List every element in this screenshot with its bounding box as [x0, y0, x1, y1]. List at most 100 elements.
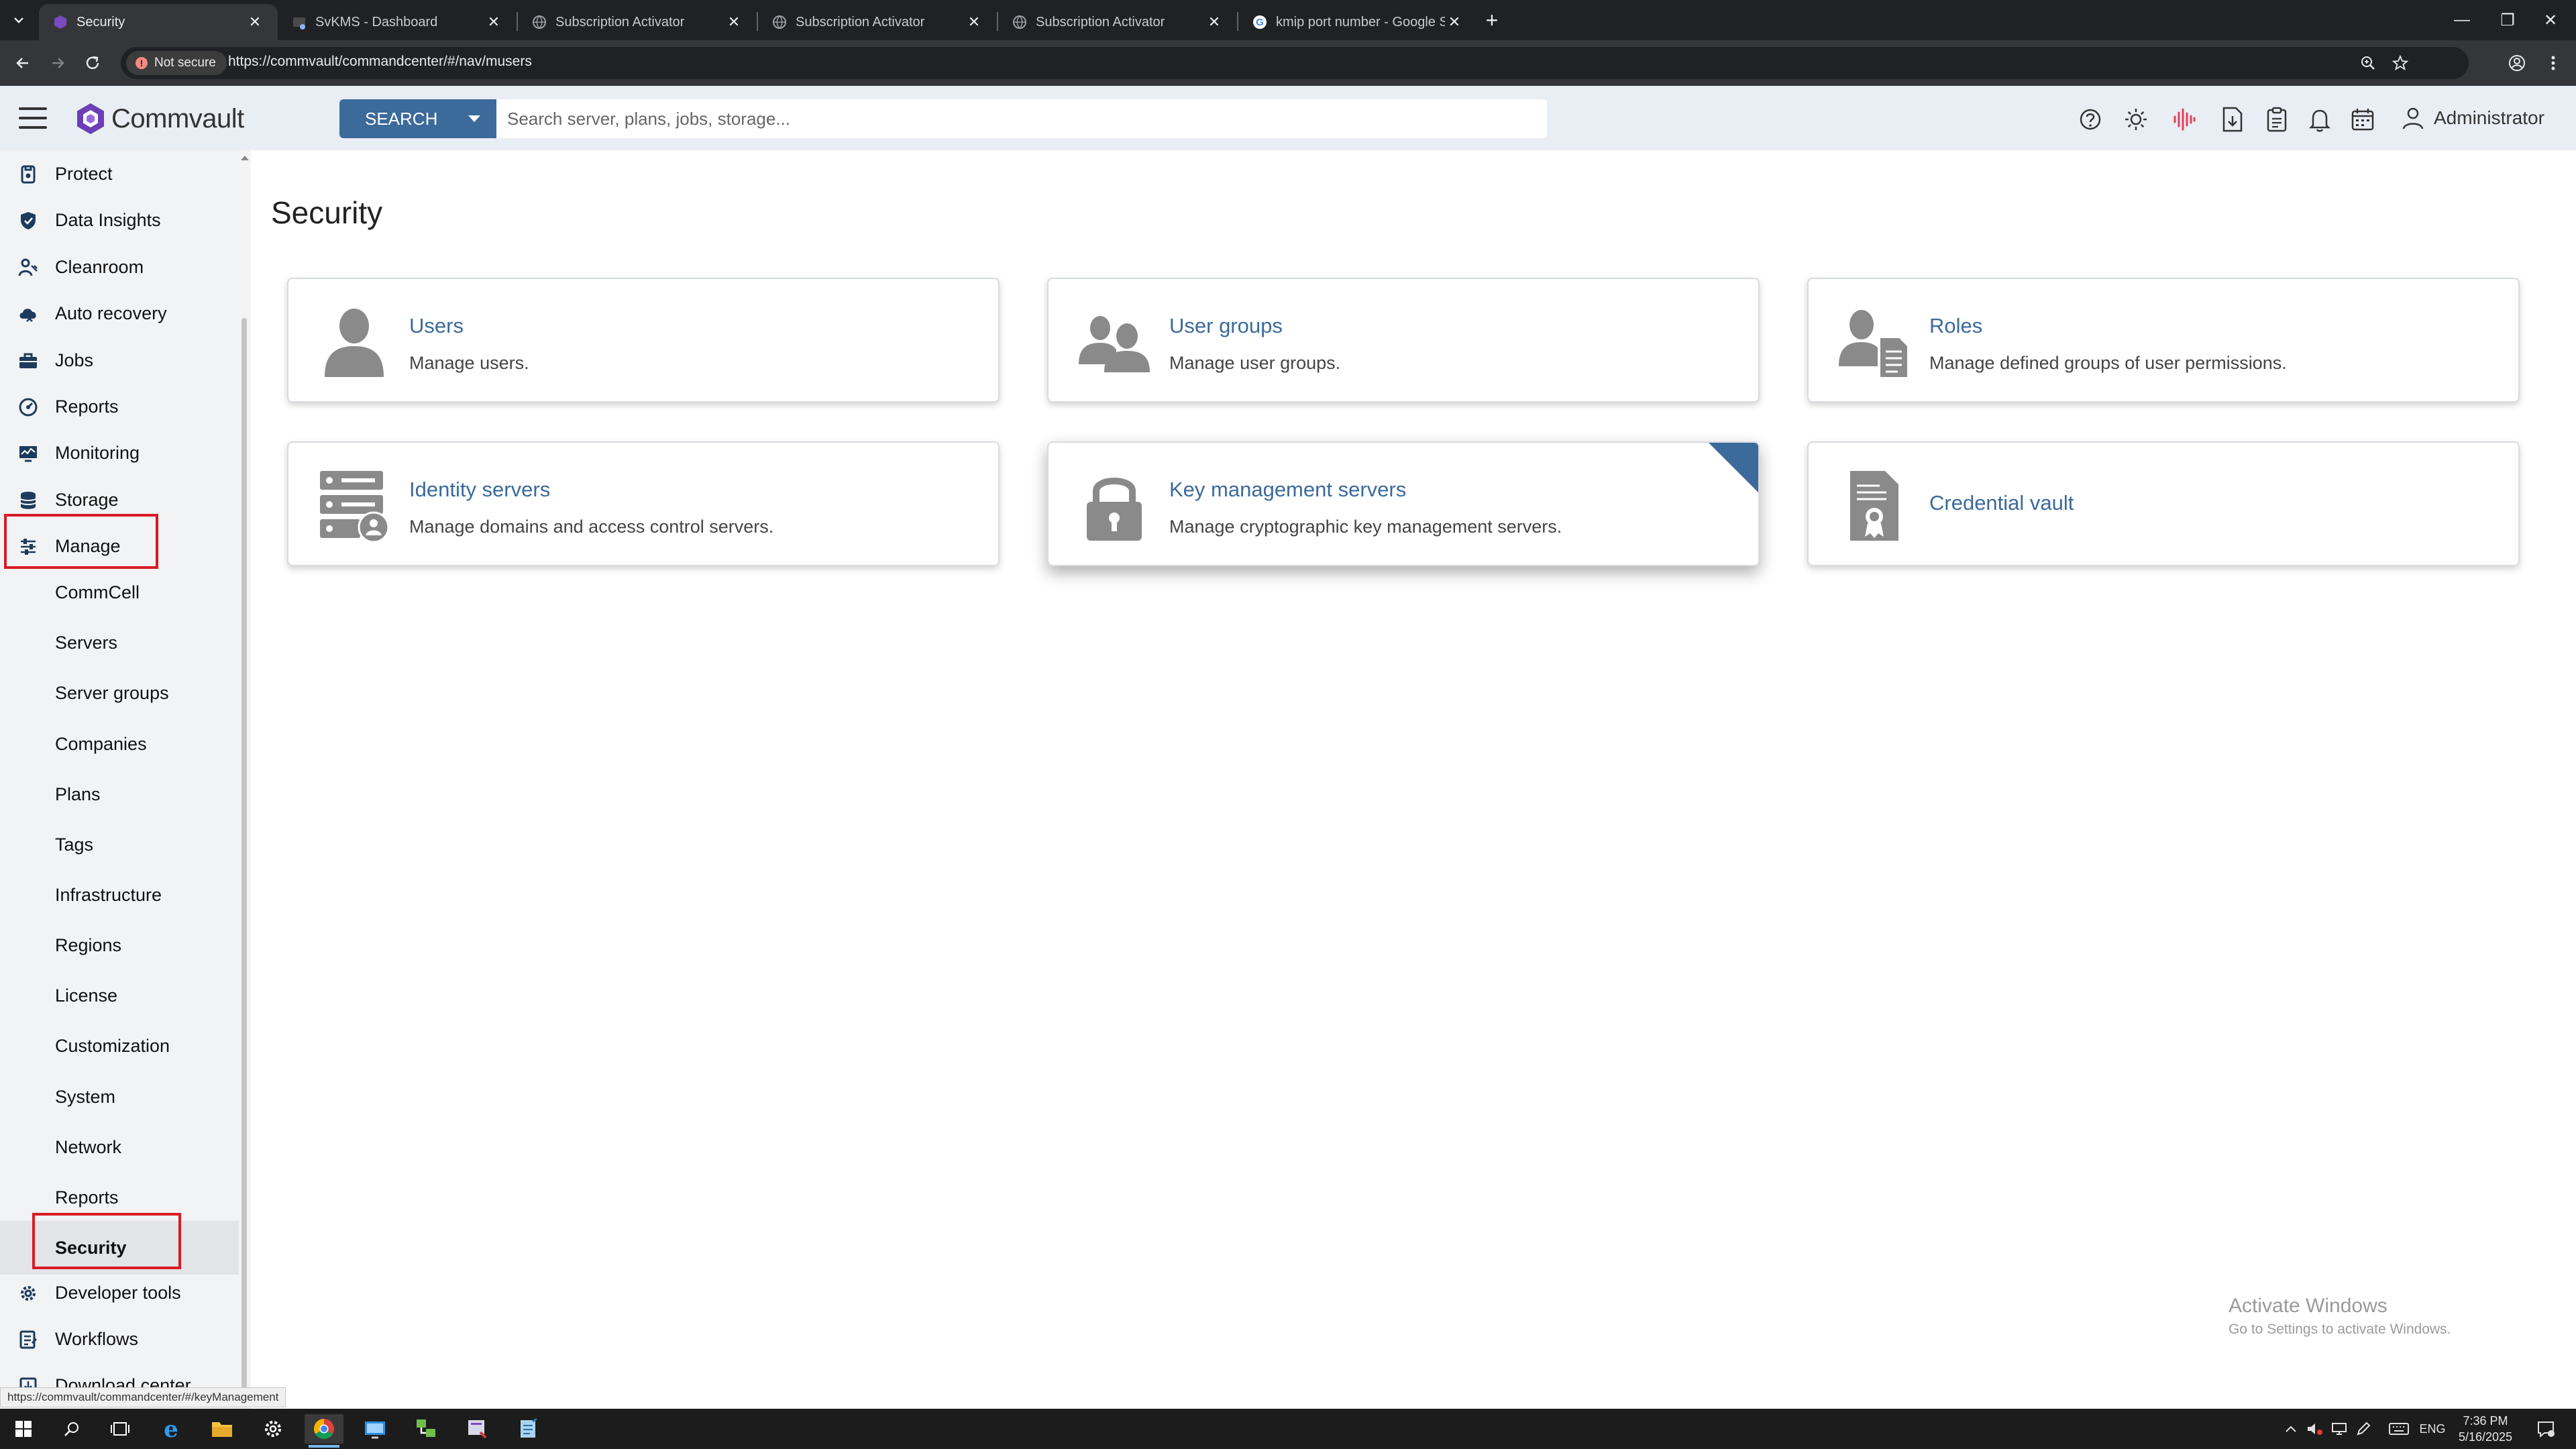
bell-icon[interactable]	[2306, 106, 2333, 133]
taskbar-clock[interactable]: 7:36 PM 5/16/2025	[2449, 1413, 2522, 1445]
close-icon[interactable]: ✕	[1205, 13, 1224, 32]
card-user-groups[interactable]: User groups Manage user groups.	[1047, 278, 1760, 402]
card-users[interactable]: Users Manage users.	[287, 278, 1000, 402]
tab-title: Subscription Activator	[1036, 14, 1165, 30]
sidebar-item-protect[interactable]: Protect	[0, 150, 239, 197]
new-tab-button[interactable]: +	[1480, 8, 1504, 32]
sidebar-item-developer-tools[interactable]: Developer tools	[0, 1269, 239, 1316]
sidebar-item-manage-reports[interactable]: Reports	[0, 1174, 239, 1221]
sidebar-item-tags[interactable]: Tags	[0, 821, 239, 868]
sidebar-item-jobs[interactable]: Jobs	[0, 337, 239, 384]
sidebar-item-servers[interactable]: Servers	[0, 619, 239, 666]
tab-search-button[interactable]	[5, 7, 32, 34]
activity-icon[interactable]	[2171, 106, 2198, 133]
network-tool-icon[interactable]	[407, 1414, 445, 1444]
sidebar-item-server-groups[interactable]: Server groups	[0, 669, 239, 716]
notepad-icon[interactable]	[508, 1414, 547, 1444]
scroll-up-arrow-icon[interactable]	[241, 156, 249, 160]
browser-tab[interactable]: Subscription Activator ✕	[518, 4, 757, 40]
user-menu[interactable]: Administrator	[2402, 106, 2544, 130]
close-icon[interactable]: ✕	[484, 13, 503, 32]
browser-tab[interactable]: SvKMS - Dashboard ✕	[278, 4, 517, 40]
sidebar-item-workflows[interactable]: Workflows	[0, 1316, 239, 1362]
calendar-icon[interactable]	[2349, 106, 2376, 133]
browser-menu-button[interactable]	[2540, 50, 2567, 76]
sidebar-item-label: Protect	[55, 163, 113, 184]
sidebar-item-label: Servers	[55, 632, 118, 653]
sidebar-item-commcell[interactable]: CommCell	[0, 569, 239, 616]
address-bar[interactable]: ! Not secure https://commvault/commandce…	[121, 47, 2469, 79]
global-search-input[interactable]	[496, 99, 1547, 138]
sidebar-item-label: Network	[55, 1136, 122, 1157]
task-view-icon[interactable]	[101, 1414, 140, 1444]
clock-date: 5/16/2025	[2458, 1430, 2513, 1444]
browser-tab[interactable]: G kmip port number - Google Se ✕	[1238, 4, 1477, 40]
commvault-logo[interactable]: Commvault	[75, 102, 244, 136]
sidebar-item-storage[interactable]: Storage	[0, 476, 239, 523]
card-credential-vault[interactable]: Credential vault	[1807, 441, 2520, 566]
pen-icon[interactable]	[2353, 1409, 2373, 1449]
close-window-button[interactable]: ✕	[2525, 0, 2576, 40]
taskbar-search-icon[interactable]	[52, 1414, 91, 1444]
notification-center-icon[interactable]	[2529, 1409, 2563, 1449]
card-identity-servers[interactable]: Identity servers Manage domains and acce…	[287, 441, 1000, 566]
zoom-icon[interactable]	[2359, 54, 2377, 72]
forward-button[interactable]	[44, 50, 71, 76]
card-roles[interactable]: Roles Manage defined groups of user perm…	[1807, 278, 2520, 402]
sidebar-item-label: System	[55, 1086, 116, 1107]
clipboard-icon[interactable]	[2263, 106, 2290, 133]
tray-chevron-up-icon[interactable]	[2281, 1409, 2301, 1449]
card-title: Credential vault	[1929, 491, 2074, 515]
cloud-recovery-icon	[17, 303, 39, 325]
browser-tab[interactable]: Security ✕	[39, 4, 278, 40]
sidebar-scrollbar[interactable]	[239, 150, 251, 1409]
keyboard-icon[interactable]	[2385, 1409, 2412, 1449]
file-explorer-icon[interactable]	[203, 1414, 241, 1444]
sidebar-item-monitoring[interactable]: Monitoring	[0, 429, 239, 476]
reload-button[interactable]	[79, 50, 106, 76]
sidebar-item-companies[interactable]: Companies	[0, 720, 239, 767]
sidebar-item-auto-recovery[interactable]: Auto recovery	[0, 290, 239, 337]
sidebar-item-manage[interactable]: Manage	[0, 523, 239, 570]
profile-button[interactable]	[2504, 50, 2530, 76]
network-icon[interactable]	[2329, 1409, 2349, 1449]
download-icon[interactable]	[2219, 106, 2246, 133]
close-icon[interactable]: ✕	[965, 13, 983, 32]
sidebar-item-reports[interactable]: Reports	[0, 383, 239, 430]
browser-tab[interactable]: Subscription Activator ✕	[998, 4, 1237, 40]
sidebar-item-system[interactable]: System	[0, 1073, 239, 1120]
sidebar-item-network[interactable]: Network	[0, 1124, 239, 1171]
sidebar-item-customization[interactable]: Customization	[0, 1022, 239, 1069]
settings-gear-icon[interactable]	[254, 1414, 292, 1444]
sidebar-item-license[interactable]: License	[0, 972, 239, 1019]
volume-muted-icon[interactable]	[2305, 1409, 2325, 1449]
card-key-management-servers[interactable]: Key management servers Manage cryptograp…	[1047, 441, 1760, 566]
scrollbar-thumb[interactable]	[241, 318, 247, 1398]
windows-start-icon[interactable]	[4, 1414, 43, 1444]
help-icon[interactable]	[2077, 106, 2104, 133]
tab-title: kmip port number - Google Se	[1276, 14, 1445, 30]
hamburger-menu-icon[interactable]	[19, 107, 47, 129]
sidebar-item-cleanroom[interactable]: Cleanroom	[0, 244, 239, 290]
edge-browser-icon[interactable]: e	[152, 1414, 191, 1444]
sidebar-item-security[interactable]: Security	[0, 1221, 239, 1275]
close-icon[interactable]: ✕	[1445, 13, 1464, 32]
security-chip[interactable]: ! Not secure	[126, 51, 227, 75]
search-scope-button[interactable]: SEARCH	[339, 99, 496, 138]
sidebar-item-plans[interactable]: Plans	[0, 771, 239, 818]
sidebar-item-regions[interactable]: Regions	[0, 922, 239, 969]
close-icon[interactable]: ✕	[724, 13, 743, 32]
browser-tab[interactable]: Subscription Activator ✕	[758, 4, 997, 40]
sidebar-item-infrastructure[interactable]: Infrastructure	[0, 871, 239, 918]
activate-windows-watermark: Activate Windows Go to Settings to activ…	[2229, 1295, 2451, 1338]
bookmark-star-icon[interactable]	[2391, 54, 2410, 72]
back-button[interactable]	[9, 50, 36, 76]
server-manager-icon[interactable]	[458, 1414, 496, 1444]
language-indicator[interactable]: ENG	[2418, 1409, 2447, 1449]
theme-sun-icon[interactable]	[2123, 106, 2149, 133]
sidebar-item-data-insights[interactable]: Data Insights	[0, 197, 239, 244]
close-icon[interactable]: ✕	[246, 13, 264, 32]
chrome-icon[interactable]	[305, 1414, 343, 1448]
url-text[interactable]: https://commvault/commandcenter/#/nav/mu…	[228, 54, 532, 70]
remote-desktop-icon[interactable]	[356, 1414, 394, 1444]
